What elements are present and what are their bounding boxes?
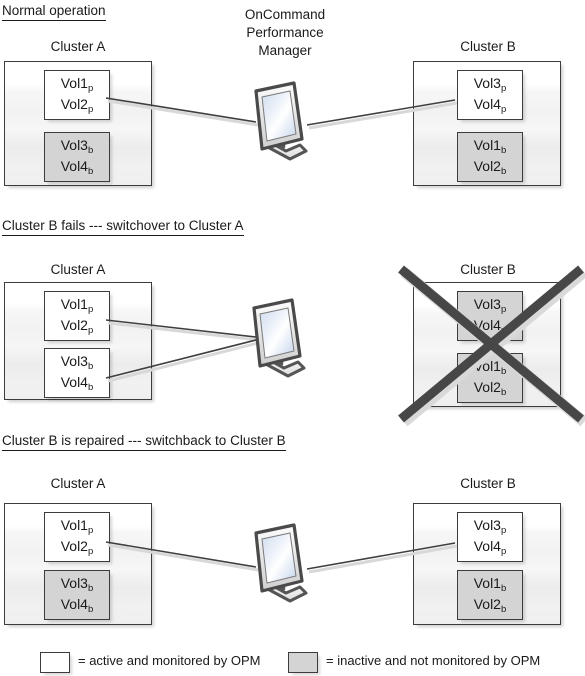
opm-title-line2: Performance [246,25,324,40]
vol-label: Vol2p [60,538,94,557]
vol-label: Vol3b [60,137,94,156]
vol-box-a2-switchback: Vol3b Vol4b [44,570,110,620]
section-heading-switchback: Cluster B is repaired --- switchback to … [2,433,286,451]
opm-title: OnCommand Performance Manager [215,6,355,60]
vol-box-a1-switchback: Vol1p Vol2p [44,512,110,562]
cluster-a-label-switchback: Cluster A [50,476,106,491]
vol-label: Vol3b [60,575,94,594]
connector-group-normal [105,97,458,130]
legend-label-inactive: = inactive and not monitored by OPM [326,653,541,668]
vol-box-a2-switchover: Vol3b Vol4b [44,348,110,398]
vol-label: Vol4p [473,96,507,115]
cluster-b-label-normal: Cluster B [460,39,516,54]
vol-label: Vol4b [60,374,94,393]
vol-label: Vol3p [473,75,507,94]
opm-title-line3: Manager [258,43,312,58]
vol-label: Vol2p [60,96,94,115]
vol-label: Vol4b [60,596,94,615]
vol-box-a2-normal: Vol3b Vol4b [44,132,110,182]
monitor-icon-normal [254,81,308,161]
cluster-b-label-switchover: Cluster B [460,262,516,277]
cluster-a-label-switchover: Cluster A [50,262,106,277]
vol-label: Vol2b [473,158,507,177]
vol-box-b1-switchover: Vol3p Vol4p [457,291,523,341]
legend-swatch-inactive [288,652,318,673]
vol-box-b2-normal: Vol1b Vol2b [457,132,523,182]
vol-label: Vol4p [473,538,507,557]
vol-label: Vol1b [473,137,507,156]
vol-label: Vol3p [473,296,507,315]
diagram-canvas: Normal operation OnCommand Performance M… [0,0,585,676]
vol-label: Vol3p [473,517,507,536]
vol-label: Vol1p [60,75,94,94]
vol-label: Vol1b [473,358,507,377]
monitor-icon-switchover [252,298,306,378]
vol-label: Vol2b [473,379,507,398]
vol-box-b2-switchover: Vol1b Vol2b [457,353,523,403]
vol-label: Vol4b [60,158,94,177]
vol-label: Vol2p [60,317,94,336]
vol-box-b2-switchback: Vol1b Vol2b [457,570,523,620]
vol-label: Vol1p [60,296,94,315]
section-heading-normal: Normal operation [2,3,106,21]
cluster-a-label-normal: Cluster A [50,39,106,54]
vol-label: Vol1p [60,517,94,536]
vol-box-b1-switchback: Vol3p Vol4p [457,512,523,562]
vol-label: Vol3b [60,353,94,372]
legend-swatch-active [40,652,70,673]
vol-box-a1-normal: Vol1p Vol2p [44,70,110,120]
vol-label: Vol4p [473,317,507,336]
connector-group-switchback [105,541,458,574]
vol-label: Vol2b [473,596,507,615]
vol-box-a1-switchover: Vol1p Vol2p [44,291,110,341]
monitor-icon-switchback [254,523,308,603]
opm-title-line1: OnCommand [244,7,326,22]
cluster-b-label-switchback: Cluster B [460,476,516,491]
vol-label: Vol1b [473,575,507,594]
legend-label-active: = active and monitored by OPM [78,653,261,668]
vol-box-b1-normal: Vol3p Vol4p [457,70,523,120]
section-heading-switchover: Cluster B fails --- switchover to Cluste… [2,218,244,236]
